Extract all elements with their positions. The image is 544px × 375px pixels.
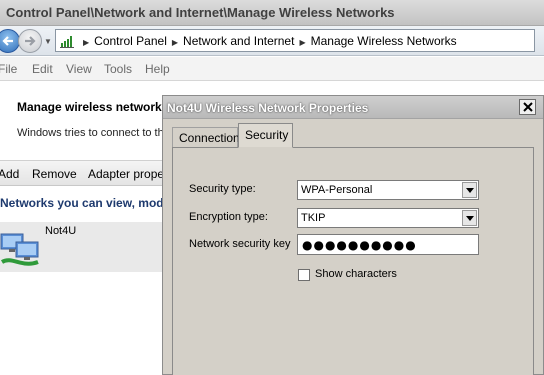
breadcrumb-network-and-internet[interactable]: Network and Internet	[183, 34, 294, 48]
wireless-properties-dialog: Not4U Wireless Network Properties Connec…	[162, 95, 544, 375]
remove-button[interactable]: Remove	[32, 167, 77, 181]
network-security-key-value: ●●●●●●●●●●	[302, 238, 417, 252]
network-signal-icon	[60, 36, 74, 48]
address-row: ▼ ▶ Control Panel ▶ Network and Internet ▶ Ma…	[0, 26, 544, 56]
dropdown-arrow-icon[interactable]	[462, 210, 477, 226]
menu-view[interactable]: View	[66, 62, 92, 76]
window-title: Control Panel\Network and Internet\Manag…	[6, 5, 395, 20]
security-type-value: WPA-Personal	[301, 184, 373, 196]
menu-tools[interactable]: Tools	[104, 62, 132, 76]
security-tab-panel: Security type: WPA-Personal Encryption t…	[172, 147, 534, 375]
network-security-key-label: Network security key	[189, 238, 291, 250]
recent-pages-dropdown[interactable]: ▼	[44, 37, 52, 46]
dropdown-arrow-icon[interactable]	[462, 182, 477, 198]
menu-bar: File Edit View Tools Help	[0, 57, 544, 81]
close-icon	[523, 102, 533, 112]
networks-list-header: Networks you can view, modif	[0, 196, 171, 210]
adapter-properties-button[interactable]: Adapter proper	[88, 167, 168, 181]
menu-edit[interactable]: Edit	[32, 62, 53, 76]
page-title: Manage wireless network	[17, 100, 162, 114]
dialog-title-bar[interactable]: Not4U Wireless Network Properties	[163, 96, 543, 119]
forward-button[interactable]	[18, 29, 42, 53]
page-description: Windows tries to connect to th	[17, 127, 164, 139]
menu-help[interactable]: Help	[145, 62, 170, 76]
encryption-type-value: TKIP	[301, 212, 326, 224]
tab-connection[interactable]: Connection	[172, 127, 240, 147]
address-bar[interactable]: ▶ Control Panel ▶ Network and Internet ▶ Mana…	[55, 29, 535, 52]
encryption-type-label: Encryption type:	[189, 211, 268, 223]
breadcrumb-separator-icon[interactable]: ▶	[299, 38, 305, 47]
network-security-key-input[interactable]: ●●●●●●●●●●	[297, 234, 479, 255]
breadcrumb-control-panel[interactable]: Control Panel	[94, 34, 167, 48]
network-name: Not4U	[45, 225, 77, 237]
breadcrumb-manage-wireless-networks[interactable]: Manage Wireless Networks	[311, 34, 457, 48]
security-type-select[interactable]: WPA-Personal	[297, 180, 479, 200]
show-characters-checkbox[interactable]	[298, 269, 310, 281]
breadcrumb-separator-icon[interactable]: ▶	[83, 38, 89, 47]
wireless-network-icon	[0, 233, 39, 266]
add-button[interactable]: Add	[0, 167, 19, 181]
encryption-type-select[interactable]: TKIP	[297, 208, 479, 228]
forward-arrow-icon	[25, 36, 36, 46]
window-title-bar: Control Panel\Network and Internet\Manag…	[0, 0, 544, 26]
breadcrumb-separator-icon[interactable]: ▶	[172, 38, 178, 47]
breadcrumb: ▶ Control Panel ▶ Network and Internet ▶ Mana…	[78, 34, 457, 48]
back-arrow-icon	[2, 36, 13, 46]
menu-file[interactable]: File	[0, 62, 17, 76]
dialog-title: Not4U Wireless Network Properties	[167, 101, 369, 115]
tab-security[interactable]: Security	[238, 123, 293, 148]
back-button[interactable]	[0, 29, 20, 53]
close-button[interactable]	[519, 99, 536, 115]
security-type-label: Security type:	[189, 183, 256, 195]
show-characters-label[interactable]: Show characters	[315, 268, 397, 280]
